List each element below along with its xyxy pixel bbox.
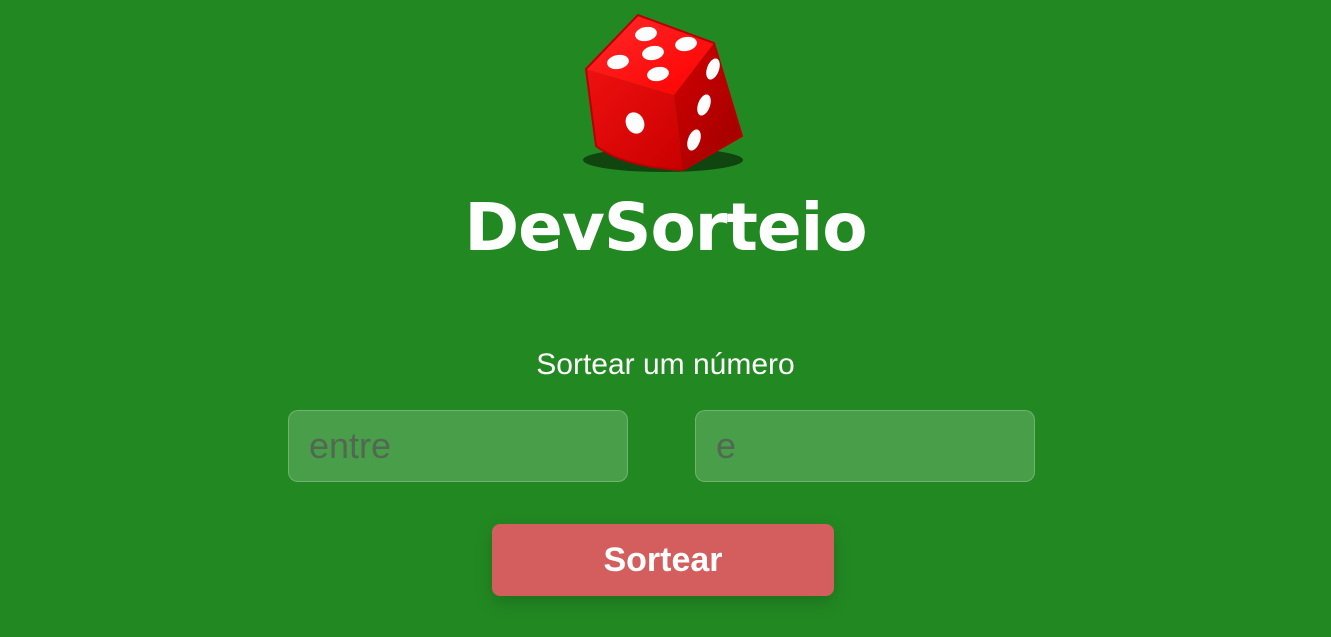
logo	[578, 10, 748, 178]
app-title: DevSorteio	[464, 189, 867, 266]
max-number-input[interactable]	[695, 410, 1035, 482]
dice-icon	[583, 13, 744, 172]
draw-heading: Sortear um número	[536, 348, 795, 381]
draw-button[interactable]: Sortear	[492, 524, 834, 596]
min-number-input[interactable]	[288, 410, 628, 482]
